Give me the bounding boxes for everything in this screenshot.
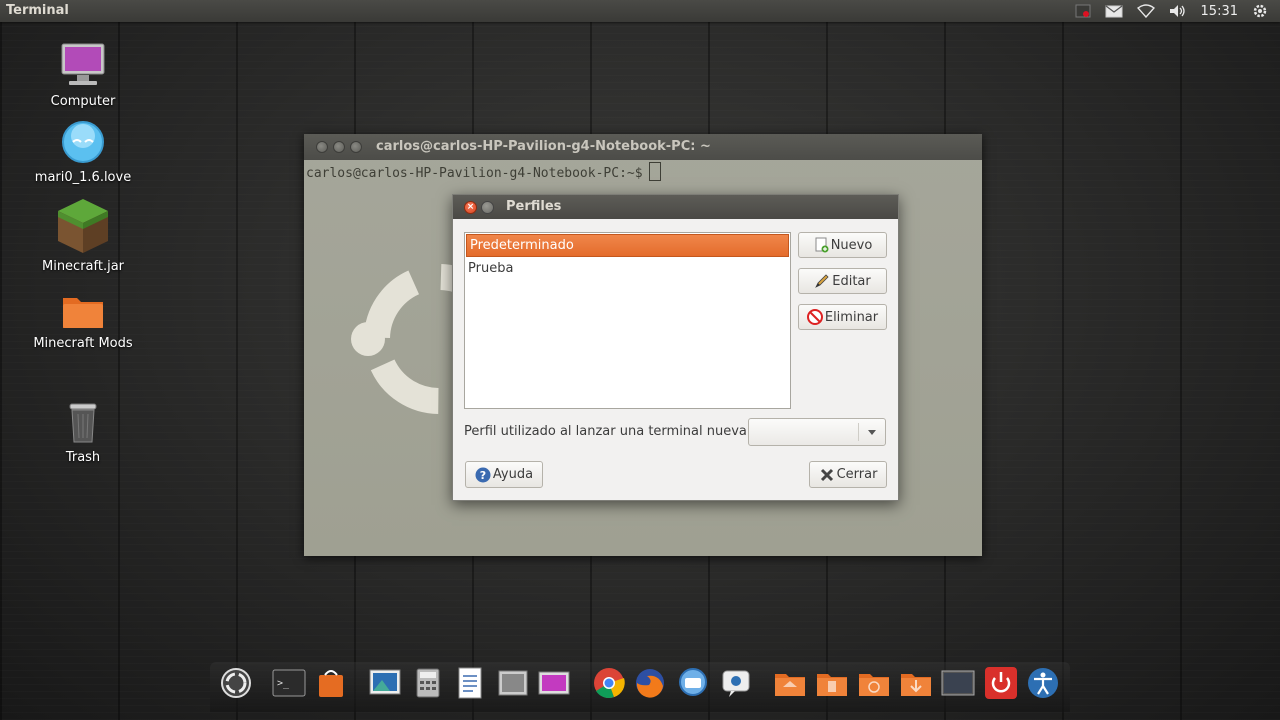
profile-list[interactable]: Predeterminado Prueba — [464, 232, 791, 409]
photos-icon[interactable] — [496, 666, 530, 700]
terminal-prompt: carlos@carlos-HP-Pavilion-g4-Notebook-PC… — [306, 166, 643, 181]
dialog-title: Perfiles — [506, 199, 562, 214]
edit-profile-label: Editar — [832, 273, 871, 289]
chevron-down-icon — [868, 430, 876, 435]
terminal-cursor — [648, 162, 661, 181]
minimize-icon[interactable] — [333, 141, 345, 153]
close-icon[interactable]: × — [464, 201, 477, 214]
computer-icon — [59, 42, 107, 90]
folder-icon — [59, 292, 107, 332]
close-label: Cerrar — [836, 467, 878, 482]
home-folder-icon[interactable] — [773, 666, 807, 700]
close-icon[interactable] — [316, 141, 328, 153]
image-viewer-icon[interactable] — [368, 666, 402, 700]
ubuntu-settings-icon[interactable] — [219, 666, 253, 700]
pidgin-icon[interactable] — [719, 666, 753, 700]
desktop-icon-trash[interactable]: Trash — [23, 398, 143, 465]
clock[interactable]: 15:31 — [1201, 0, 1238, 22]
video-editor-icon[interactable] — [537, 666, 571, 700]
delete-icon — [806, 309, 823, 325]
terminal-title: carlos@carlos-HP-Pavilion-g4-Notebook-PC… — [376, 139, 711, 154]
shutdown-icon[interactable] — [984, 666, 1018, 700]
desktop-icon-label: Trash — [65, 450, 101, 465]
pencil-icon — [814, 273, 830, 289]
indicator-area: 15:31 — [1075, 0, 1268, 22]
desktop-icon-minecraft-jar[interactable]: Minecraft.jar — [23, 197, 143, 274]
record-icon[interactable] — [1075, 0, 1091, 22]
dialog-titlebar[interactable]: × Perfiles — [453, 195, 898, 219]
svg-text:>_: >_ — [277, 678, 290, 689]
edit-profile-button[interactable]: Editar — [798, 268, 887, 294]
close-button[interactable]: Cerrar — [809, 461, 887, 488]
desktop-icon-label: Minecraft.jar — [41, 259, 125, 274]
profile-used-select[interactable] — [748, 418, 886, 446]
combo-separator — [858, 423, 859, 441]
desktop-icon-label: Minecraft Mods — [33, 336, 133, 351]
volume-icon[interactable] — [1169, 0, 1187, 22]
close-x-icon — [819, 467, 835, 483]
accessibility-icon[interactable] — [1026, 666, 1060, 700]
desktop-icon-label: mari0_1.6.love — [34, 170, 132, 185]
text-editor-icon[interactable] — [453, 666, 487, 700]
help-button[interactable]: ? Ayuda — [465, 461, 543, 488]
profile-item[interactable]: Predeterminado — [466, 234, 789, 257]
workspace-switcher-icon[interactable] — [941, 666, 975, 700]
desktop-icon-label: Computer — [50, 94, 116, 109]
minimize-icon[interactable] — [481, 201, 494, 214]
terminal-titlebar[interactable]: carlos@carlos-HP-Pavilion-g4-Notebook-PC… — [304, 134, 982, 160]
calculator-icon[interactable] — [411, 666, 445, 700]
top-panel: Terminal 15:31 — [0, 0, 1280, 22]
recent-folder-icon[interactable] — [857, 666, 891, 700]
power-gear-icon[interactable] — [1252, 0, 1268, 22]
maximize-icon[interactable] — [350, 141, 362, 153]
documents-folder-icon[interactable] — [815, 666, 849, 700]
mail-icon[interactable] — [1105, 0, 1123, 22]
messaging-icon[interactable] — [676, 666, 710, 700]
delete-profile-label: Eliminar — [824, 309, 879, 325]
store-bag-icon[interactable] — [314, 666, 348, 700]
love-game-icon — [59, 118, 107, 166]
minecraft-block-icon — [56, 197, 110, 255]
profile-used-label: Perfil utilizado al lanzar una terminal … — [464, 424, 752, 439]
trash-icon — [59, 398, 107, 446]
new-profile-button[interactable]: Nuevo — [798, 232, 887, 258]
active-app-title: Terminal — [6, 3, 69, 18]
firefox-icon[interactable] — [633, 666, 667, 700]
desktop-icon-mari0[interactable]: mari0_1.6.love — [23, 118, 143, 185]
wifi-icon[interactable] — [1136, 0, 1155, 22]
profile-item[interactable]: Prueba — [465, 258, 790, 279]
profiles-dialog: × Perfiles Predeterminado Prueba Nuevo E… — [452, 194, 899, 501]
downloads-folder-icon[interactable] — [899, 666, 933, 700]
svg-text:?: ? — [480, 469, 486, 482]
help-label: Ayuda — [492, 467, 534, 482]
chrome-icon[interactable] — [592, 666, 626, 700]
desktop-icon-computer[interactable]: Computer — [23, 42, 143, 109]
help-icon: ? — [475, 467, 491, 483]
terminal-icon[interactable]: >_ — [272, 666, 306, 700]
desktop-icon-minecraft-mods[interactable]: Minecraft Mods — [23, 292, 143, 351]
new-document-icon — [813, 237, 829, 253]
delete-profile-button[interactable]: Eliminar — [798, 304, 887, 330]
terminal-prompt-line[interactable]: carlos@carlos-HP-Pavilion-g4-Notebook-PC… — [306, 162, 661, 181]
new-profile-label: Nuevo — [830, 237, 873, 253]
